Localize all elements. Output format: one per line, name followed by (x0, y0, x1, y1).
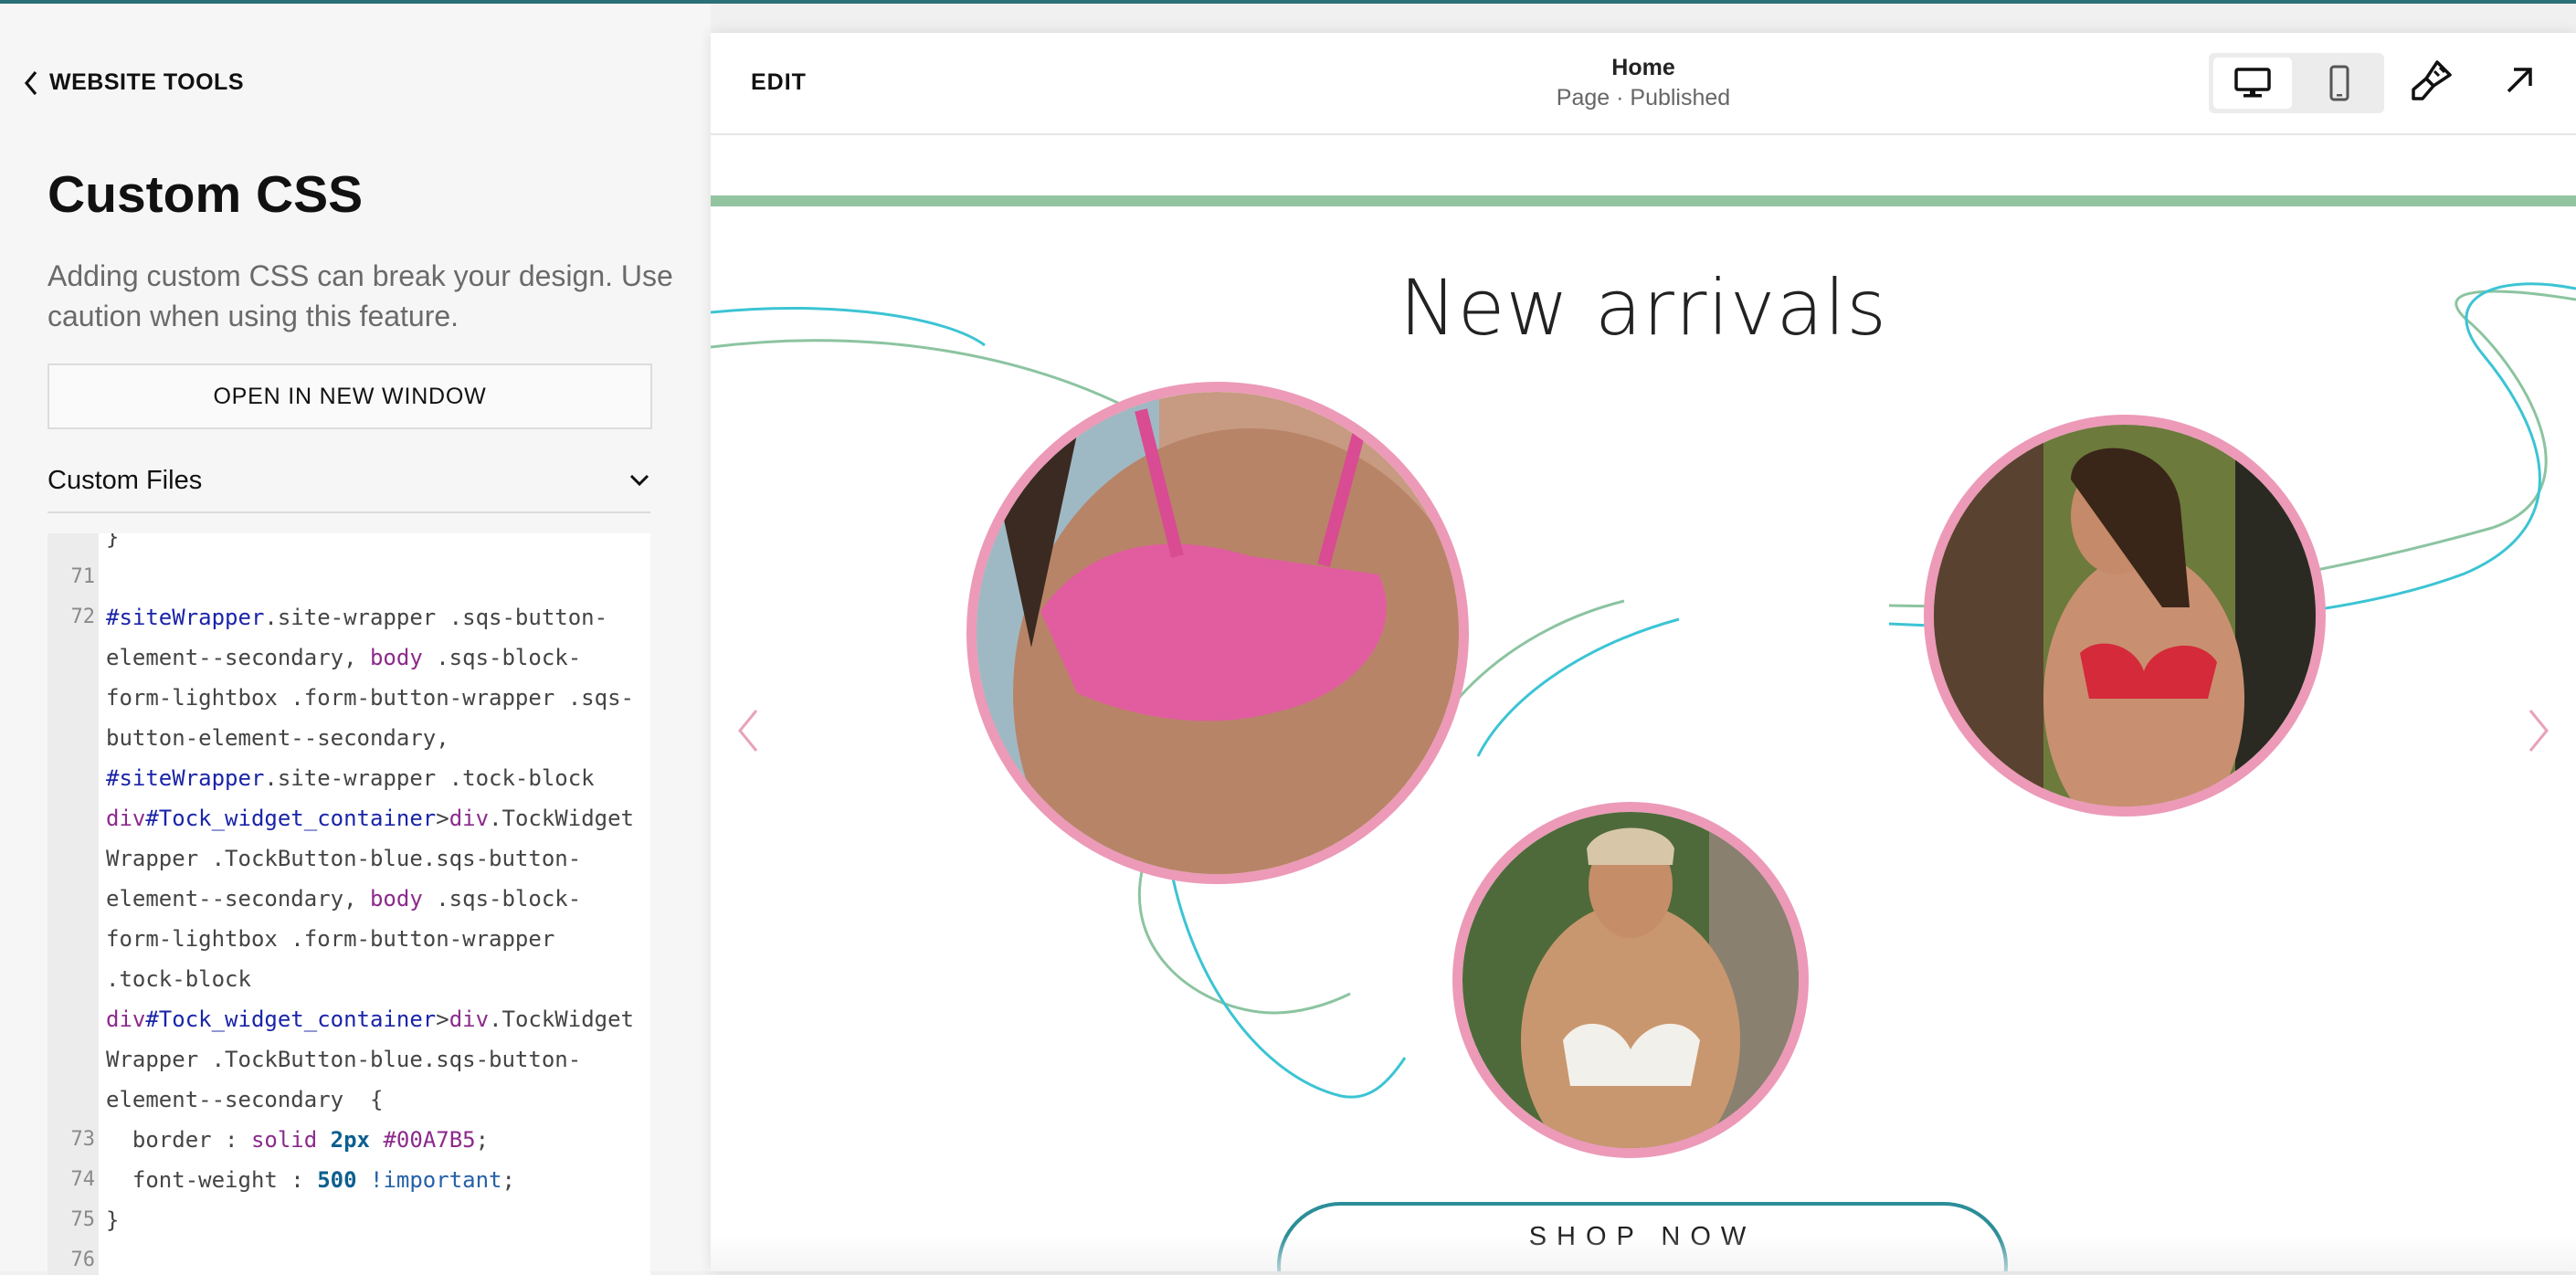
code-line: .tock-block (106, 966, 251, 992)
product-photo-pink-bikini[interactable] (966, 382, 1469, 884)
pink-bikini-image (977, 392, 1459, 874)
custom-files-dropdown[interactable]: Custom Files (48, 449, 650, 513)
device-toggle (2209, 53, 2384, 113)
code-line: button-element--secondary, (106, 725, 449, 751)
panel-description: Adding custom CSS can break your design.… (48, 259, 673, 332)
code-line: form-lightbox .form-button-wrapper (106, 926, 555, 952)
code-line: 71 (70, 565, 96, 588)
red-bikini-image (1934, 425, 2316, 806)
mobile-icon (2329, 65, 2349, 101)
section-heading: New arrivals (1399, 263, 1888, 353)
code-line: 73 border : solid 2px #00A7B5; (70, 1127, 490, 1153)
site-canvas: New arrivals (711, 135, 2576, 1271)
preview-toolbar: EDIT Home Page · Published (711, 33, 2576, 135)
paintbrush-icon (2412, 60, 2452, 100)
code-line: div#Tock_widget_container>div.TockWidget (106, 806, 635, 831)
panel-title: Custom CSS (48, 165, 364, 224)
code-line: 72 #siteWrapper.site-wrapper .sqs-button- (48, 597, 650, 638)
back-label: WEBSITE TOOLS (49, 69, 244, 95)
code-line: element--secondary, body .sqs-block- (106, 886, 582, 911)
code-line: #siteWrapper.site-wrapper .tock-block (106, 765, 595, 791)
chevron-left-icon (24, 70, 37, 95)
carousel-next-arrow[interactable] (2527, 709, 2550, 753)
product-photo-white-bikini[interactable] (1452, 802, 1809, 1158)
code-line: 74 font-weight : 500 !important; (70, 1167, 515, 1193)
css-code-editor[interactable]: } 71 72 #siteWrapper.site-wrapper .sqs-bu… (48, 533, 650, 1275)
back-to-website-tools[interactable]: WEBSITE TOOLS (24, 69, 244, 96)
code-line: div#Tock_widget_container>div.TockWidget (106, 1006, 635, 1032)
arrow-up-right-icon (2507, 68, 2532, 93)
mobile-view-button[interactable] (2300, 58, 2379, 109)
code-line: 75} (70, 1207, 120, 1233)
code-text-72a: #siteWrapper.site-wrapper .sqs-button- (106, 605, 608, 630)
code-line: element--secondary { (106, 1087, 384, 1112)
open-external-button[interactable] (2501, 62, 2538, 103)
code-line: } (106, 533, 120, 550)
code-line: Wrapper .TockButton-blue.sqs-button- (106, 846, 582, 871)
chevron-down-icon (629, 474, 649, 487)
site-styles-button[interactable] (2410, 58, 2454, 107)
desktop-icon (2234, 68, 2271, 98)
site-preview: EDIT Home Page · Published New arrivals (711, 33, 2576, 1271)
code-area[interactable]: } 71 72 #siteWrapper.site-wrapper .sqs-bu… (48, 533, 650, 1275)
white-bikini-image (1462, 812, 1799, 1148)
code-line: form-lightbox .form-button-wrapper .sqs- (106, 685, 634, 711)
bottom-fade (711, 1235, 2576, 1271)
code-line: 76 (70, 1249, 96, 1271)
open-in-new-window-button[interactable]: OPEN IN NEW WINDOW (48, 364, 652, 429)
desktop-view-button[interactable] (2213, 58, 2292, 109)
carousel-prev-arrow[interactable] (736, 709, 760, 753)
custom-files-label: Custom Files (48, 465, 203, 495)
code-line: Wrapper .TockButton-blue.sqs-button- (106, 1047, 582, 1072)
custom-css-panel: WEBSITE TOOLS Custom CSS Adding custom C… (0, 4, 711, 1275)
code-line: element--secondary, body .sqs-block- (106, 645, 582, 670)
product-photo-red-bikini[interactable] (1924, 415, 2326, 817)
